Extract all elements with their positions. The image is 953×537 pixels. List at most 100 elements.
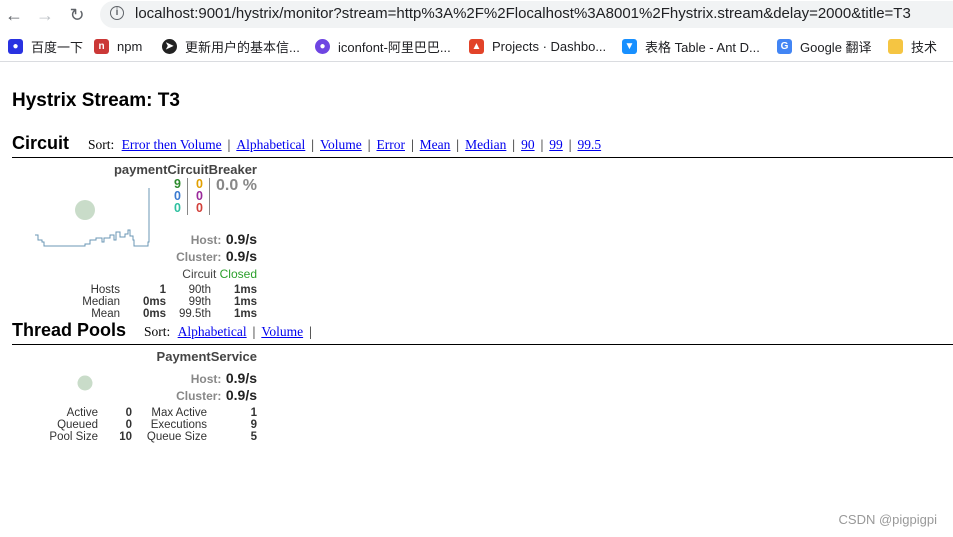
baidu-icon: ● <box>8 38 23 54</box>
stat-value: 1ms <box>233 296 257 308</box>
threadpool-stats: Active 0 Max Active 1 Queued 0 Execution… <box>30 407 257 443</box>
sort-separator: | <box>309 324 312 339</box>
count-failure: 0 <box>196 201 203 215</box>
url-text[interactable]: localhost:9001/hystrix/monitor?stream=ht… <box>135 5 911 22</box>
stat-value: 1 <box>159 284 166 296</box>
sort-separator: | <box>367 137 371 152</box>
bookmark-folder-tech[interactable]: 技术 <box>888 38 938 55</box>
threadpools-heading: Thread Pools <box>12 320 127 340</box>
sort-volume[interactable]: Volume <box>320 137 362 152</box>
cluster-label: Cluster: <box>176 389 222 403</box>
stats-row: Pool Size 10 Queue Size 5 <box>30 431 257 443</box>
sort-separator: | <box>410 137 414 152</box>
circuit-sort-bar: Sort: Error then Volume | Alphabetical | Vol… <box>88 137 601 153</box>
bookmark-label: 技术 <box>911 39 938 55</box>
address-bar[interactable]: i localhost:9001/hystrix/monitor?stream=… <box>100 1 953 28</box>
stat-label: Mean <box>91 308 120 320</box>
stat-label: Pool Size <box>49 431 98 443</box>
stat-label: Max Active <box>151 407 207 419</box>
counts-divider <box>209 178 210 215</box>
browser-toolbar: ← → ↻ i localhost:9001/hystrix/monitor?s… <box>0 0 953 30</box>
stats-row: Queued 0 Executions 9 <box>30 419 257 431</box>
stats-row: Mean 0ms 99.5th 1ms <box>40 308 257 320</box>
circuit-status-label: Circuit <box>182 267 217 281</box>
tp-sort-volume[interactable]: Volume <box>261 324 303 339</box>
antd-icon: ▼ <box>622 38 637 54</box>
stat-value: 9 <box>250 419 257 431</box>
bookmark-google-translate[interactable]: G Google 翻译 <box>777 38 872 55</box>
bookmark-label: 表格 Table - Ant D... <box>645 39 760 55</box>
sort-alphabetical[interactable]: Alphabetical <box>236 137 305 152</box>
sort-mean[interactable]: Mean <box>420 137 451 152</box>
bookmark-label: npm <box>117 38 143 54</box>
stat-label: Hosts <box>90 284 120 296</box>
iconfont-icon: ● <box>315 38 330 54</box>
bookmarks-bar: ● 百度一下 n npm ➤ 更新用户的基本信... ● iconfont-阿里… <box>0 31 953 62</box>
bookmark-npm[interactable]: n npm <box>94 38 142 54</box>
stat-value: 10 <box>119 431 132 443</box>
bookmark-iconfont[interactable]: ● iconfont-阿里巴巴... <box>315 38 451 55</box>
stat-label: Queued <box>57 419 98 431</box>
page-title: Hystrix Stream: T3 <box>12 90 180 111</box>
stat-value: 1 <box>250 407 257 419</box>
counts-divider <box>187 178 188 215</box>
tp-cluster-rate: Cluster: 0.9/s <box>150 387 257 405</box>
sort-error[interactable]: Error <box>376 137 404 152</box>
circuit-name: paymentCircuitBreaker <box>113 162 257 177</box>
npm-icon: n <box>94 38 109 54</box>
sort-separator: | <box>540 137 544 152</box>
stats-row: Hosts 1 90th 1ms <box>40 284 257 296</box>
folder-icon <box>888 38 903 54</box>
sort-99-5[interactable]: 99.5 <box>577 137 601 152</box>
sort-99[interactable]: 99 <box>549 137 563 152</box>
stat-value: 1ms <box>233 308 257 320</box>
site-icon: ➤ <box>162 38 177 54</box>
error-percentage: 0.0 % <box>216 177 257 194</box>
bookmark-baidu[interactable]: ● 百度一下 <box>8 38 83 55</box>
stat-value: 0 <box>125 419 132 431</box>
failure-counts: 0 0 0 <box>196 178 203 215</box>
circuit-stats: Hosts 1 90th 1ms Median 0ms 99th 1ms Mea… <box>40 284 257 320</box>
tp-sort-alphabetical[interactable]: Alphabetical <box>178 324 247 339</box>
reload-icon[interactable]: ↻ <box>66 4 88 26</box>
tp-host-rate: Host: 0.9/s <box>150 370 257 388</box>
bookmark-label: Projects · Dashbo... <box>492 38 607 54</box>
sort-separator: | <box>227 137 231 152</box>
threadpools-sort-bar: Sort: Alphabetical | Volume | <box>144 324 318 340</box>
sort-separator: | <box>456 137 460 152</box>
site-info-icon[interactable]: i <box>110 6 124 20</box>
back-icon[interactable]: ← <box>3 4 25 26</box>
host-label: Host: <box>190 372 222 386</box>
stat-label: Median <box>82 296 120 308</box>
stat-label: 90th <box>188 284 211 296</box>
forward-icon[interactable]: → <box>34 4 56 26</box>
gitlab-icon: ▲ <box>469 38 484 54</box>
stat-label: Executions <box>150 419 207 431</box>
bookmark-gitlab[interactable]: ▲ Projects · Dashbo... <box>469 38 606 54</box>
stat-value: 0ms <box>142 308 166 320</box>
success-counts: 9 0 0 <box>174 178 181 215</box>
stat-value: 5 <box>250 431 257 443</box>
bookmark-update-user[interactable]: ➤ 更新用户的基本信... <box>162 38 300 55</box>
stats-row: Active 0 Max Active 1 <box>30 407 257 419</box>
bookmark-antd[interactable]: ▼ 表格 Table - Ant D... <box>622 38 760 55</box>
sort-90[interactable]: 90 <box>521 137 535 152</box>
threadpool-health-graph <box>77 375 93 391</box>
sort-median[interactable]: Median <box>465 137 506 152</box>
circuit-sparkline <box>35 188 150 247</box>
threadpools-divider <box>12 344 953 345</box>
threadpool-name: PaymentService <box>156 349 257 364</box>
circuit-health-circle <box>75 200 95 220</box>
sort-label: Sort: <box>144 324 171 339</box>
host-rate: Host: 0.9/s <box>150 231 257 249</box>
sort-label: Sort: <box>88 137 115 152</box>
threadpool-health-circle <box>77 375 93 391</box>
sort-separator: | <box>512 137 516 152</box>
circuit-heading: Circuit <box>12 133 70 153</box>
cluster-value: 0.9/s <box>225 248 257 264</box>
stat-label: 99th <box>188 296 211 308</box>
sort-error-then-volume[interactable]: Error then Volume <box>122 137 222 152</box>
cluster-label: Cluster: <box>176 250 222 264</box>
bookmark-label: Google 翻译 <box>800 39 872 55</box>
stats-row: Median 0ms 99th 1ms <box>40 296 257 308</box>
